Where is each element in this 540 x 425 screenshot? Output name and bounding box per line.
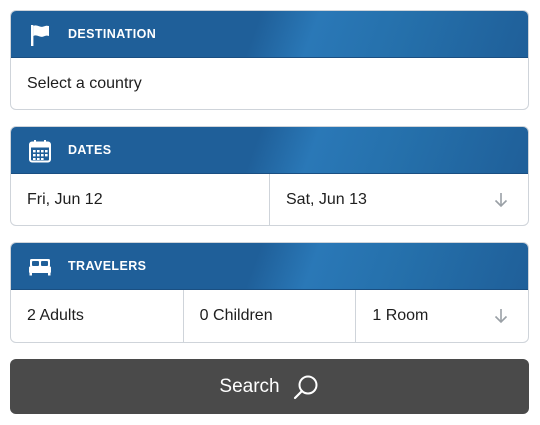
travelers-card: TRAVELERS 2 Adults 0 Children 1 Room: [10, 242, 529, 343]
dates-row: Fri, Jun 12 Sat, Jun 13: [11, 174, 528, 225]
check-out-value: Sat, Jun 13: [286, 190, 367, 208]
adults-value: 2 Adults: [27, 307, 84, 324]
destination-card: DESTINATION Select a country: [10, 10, 529, 110]
search-icon: [292, 373, 320, 401]
destination-header: DESTINATION: [11, 11, 528, 58]
travelers-row: 2 Adults 0 Children 1 Room: [11, 290, 528, 342]
calendar-icon: [28, 139, 52, 163]
destination-value: Select a country: [27, 74, 142, 92]
children-field[interactable]: 0 Children: [182, 290, 356, 342]
children-value: 0 Children: [199, 307, 273, 324]
arrow-down-icon[interactable]: [492, 307, 510, 325]
check-in-value: Fri, Jun 12: [27, 190, 103, 208]
adults-field[interactable]: 2 Adults: [11, 290, 183, 342]
dates-title: DATES: [68, 143, 112, 157]
rooms-field[interactable]: 1 Room: [355, 290, 528, 342]
destination-title: DESTINATION: [68, 27, 157, 41]
check-out-field[interactable]: Sat, Jun 13: [269, 174, 528, 225]
travelers-title: TRAVELERS: [68, 259, 147, 273]
flag-icon: [28, 23, 52, 47]
search-form: DESTINATION Select a country DATES Fri, …: [0, 0, 540, 425]
rooms-value: 1 Room: [372, 307, 429, 324]
check-in-field[interactable]: Fri, Jun 12: [11, 174, 269, 225]
dates-card: DATES Fri, Jun 12 Sat, Jun 13: [10, 126, 529, 226]
travelers-header: TRAVELERS: [11, 243, 528, 290]
search-button-label: Search: [219, 375, 280, 397]
search-button[interactable]: Search: [10, 359, 529, 414]
arrow-down-icon[interactable]: [492, 191, 510, 209]
dates-header: DATES: [11, 127, 528, 174]
bed-icon: [28, 255, 52, 279]
destination-select[interactable]: Select a country: [11, 58, 528, 109]
destination-row: Select a country: [11, 58, 528, 109]
